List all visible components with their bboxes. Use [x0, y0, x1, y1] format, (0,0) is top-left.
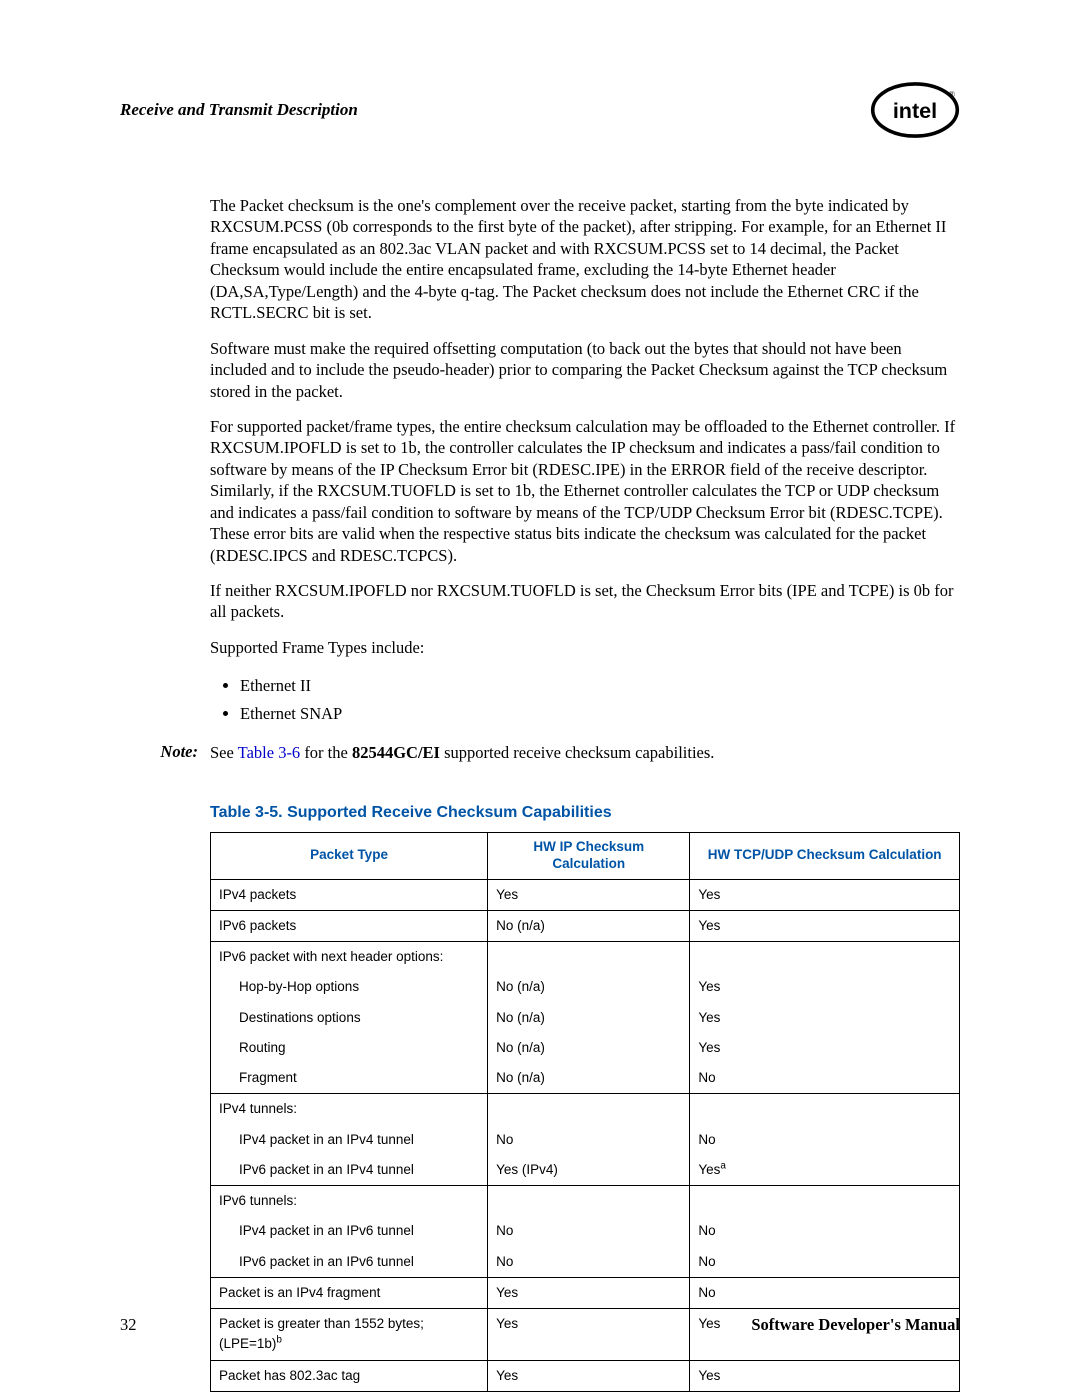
table-cell — [690, 1186, 960, 1217]
list-item: Ethernet II — [240, 672, 960, 700]
table-cell: No — [690, 1247, 960, 1278]
table-cell: Yes — [690, 1360, 960, 1391]
table-cell: Yes — [488, 879, 690, 910]
table-cell: No — [488, 1216, 690, 1246]
table-cell: Routing — [211, 1033, 488, 1063]
table-cell — [690, 942, 960, 973]
table-cell: No (n/a) — [488, 1033, 690, 1063]
table-cell: Yesa — [690, 1155, 960, 1186]
table-cell: No — [488, 1247, 690, 1278]
table-cell: Yes — [690, 1033, 960, 1063]
table-cell: No (n/a) — [488, 1003, 690, 1033]
note-label: Note: — [148, 742, 198, 763]
cross-reference-link[interactable]: Table 3-6 — [238, 743, 301, 762]
table-cell: Hop-by-Hop options — [211, 972, 488, 1002]
manual-title: Software Developer's Manual — [751, 1315, 960, 1335]
table-cell: IPv6 packets — [211, 910, 488, 941]
page-number: 32 — [120, 1315, 137, 1335]
intel-logo: intel ® — [870, 80, 960, 140]
table-cell: No — [690, 1063, 960, 1094]
table-cell: No (n/a) — [488, 1063, 690, 1094]
table-cell: Yes — [690, 1003, 960, 1033]
table-cell: Packet is an IPv4 fragment — [211, 1277, 488, 1308]
table-cell: Packet has 802.3ac tag — [211, 1360, 488, 1391]
table-header: HW TCP/UDP Checksum Calculation — [690, 832, 960, 879]
table-cell — [488, 1186, 690, 1217]
table-cell: No (n/a) — [488, 910, 690, 941]
table-cell: IPv4 packets — [211, 879, 488, 910]
table-header: HW IP Checksum Calculation — [488, 832, 690, 879]
note-body: See Table 3-6 for the 82544GC/EI support… — [210, 742, 714, 763]
table-cell: Fragment — [211, 1063, 488, 1094]
note: Note: See Table 3-6 for the 82544GC/EI s… — [120, 742, 960, 763]
table-cell: No (n/a) — [488, 972, 690, 1002]
table-cell: Yes — [488, 1360, 690, 1391]
page-header: Receive and Transmit Description intel ® — [120, 80, 960, 140]
frame-types-list: Ethernet II Ethernet SNAP — [210, 672, 960, 728]
table-cell: No — [690, 1277, 960, 1308]
table-cell: IPv6 packet in an IPv4 tunnel — [211, 1155, 488, 1186]
table-cell: No — [488, 1125, 690, 1155]
table-cell: Destinations options — [211, 1003, 488, 1033]
section-title: Receive and Transmit Description — [120, 100, 358, 120]
paragraph: Supported Frame Types include: — [210, 637, 960, 658]
table-cell: No — [690, 1125, 960, 1155]
page-footer: 32 Software Developer's Manual — [120, 1315, 960, 1335]
table-cell — [488, 1094, 690, 1125]
paragraph: The Packet checksum is the one's complem… — [210, 195, 960, 324]
checksum-capabilities-table: Packet Type HW IP Checksum Calculation H… — [210, 832, 960, 1392]
table-caption: Table 3-5. Supported Receive Checksum Ca… — [210, 804, 960, 822]
table-cell: Yes — [690, 972, 960, 1002]
paragraph: Software must make the required offsetti… — [210, 338, 960, 402]
table-cell: IPv4 packet in an IPv4 tunnel — [211, 1125, 488, 1155]
table-cell: IPv4 tunnels: — [211, 1094, 488, 1125]
body-content: The Packet checksum is the one's complem… — [210, 195, 960, 728]
paragraph: For supported packet/frame types, the en… — [210, 416, 960, 566]
table-cell: IPv6 packet in an IPv6 tunnel — [211, 1247, 488, 1278]
table-cell: IPv6 tunnels: — [211, 1186, 488, 1217]
table-cell: Yes — [488, 1277, 690, 1308]
table-cell: Yes — [690, 910, 960, 941]
svg-text:®: ® — [948, 89, 955, 99]
table-header: Packet Type — [211, 832, 488, 879]
list-item: Ethernet SNAP — [240, 700, 960, 728]
svg-text:intel: intel — [893, 98, 937, 123]
table-cell: IPv6 packet with next header options: — [211, 942, 488, 973]
table-cell: IPv4 packet in an IPv6 tunnel — [211, 1216, 488, 1246]
paragraph: If neither RXCSUM.IPOFLD nor RXCSUM.TUOF… — [210, 580, 960, 623]
table-cell — [690, 1094, 960, 1125]
table-cell: No — [690, 1216, 960, 1246]
table-cell: Yes (IPv4) — [488, 1155, 690, 1186]
table-cell: Yes — [690, 879, 960, 910]
table-cell — [488, 942, 690, 973]
